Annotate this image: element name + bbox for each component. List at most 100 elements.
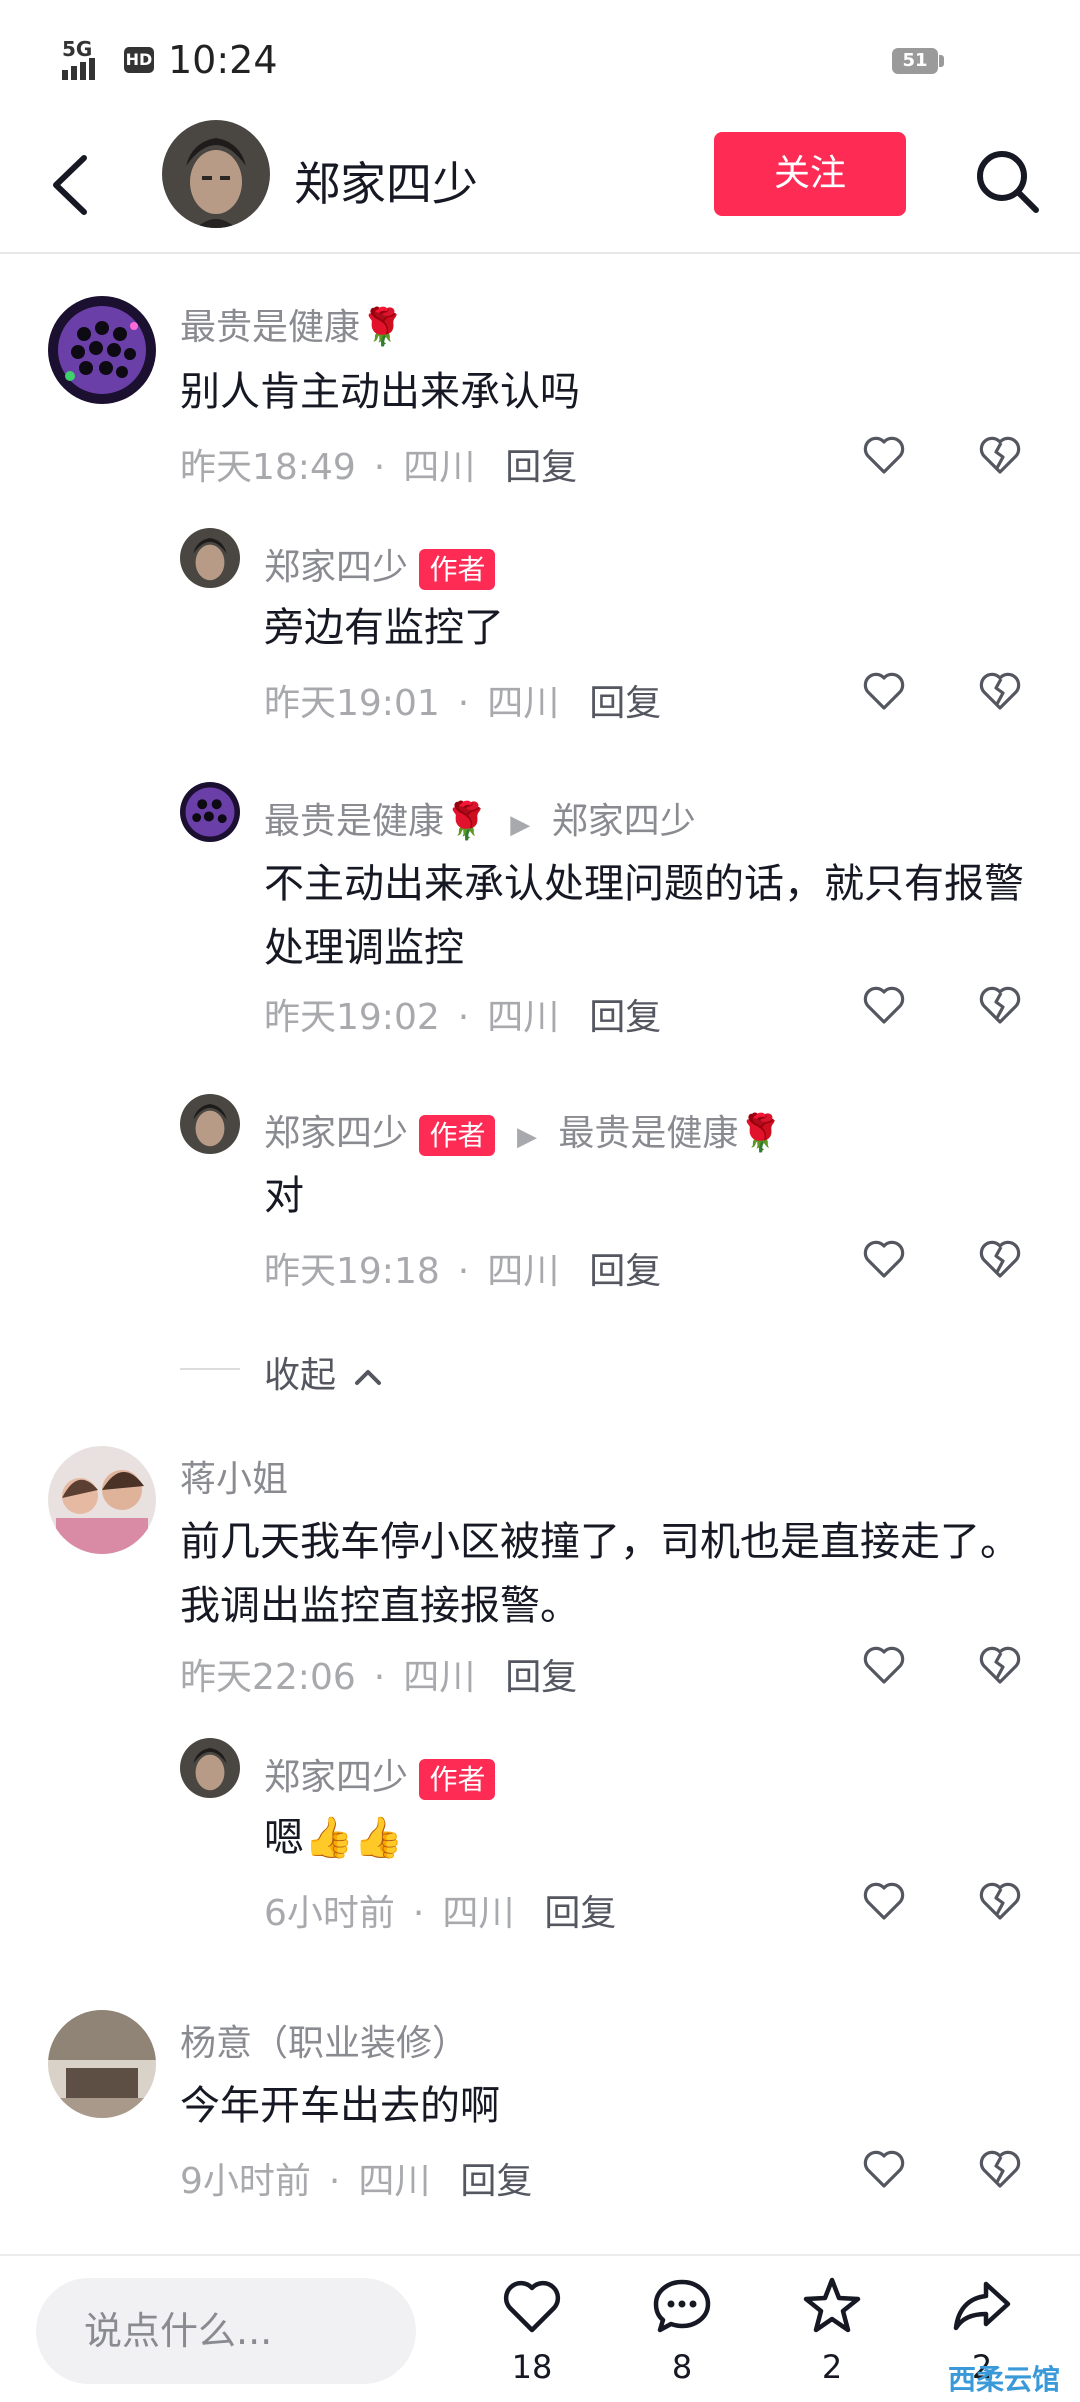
comment-username[interactable]: 蒋小姐 (180, 1450, 288, 1502)
comment-time: 9小时前 (180, 2161, 311, 2202)
comment-text: 旁边有监控了 (264, 605, 504, 651)
reply-button[interactable]: 回复 (589, 683, 661, 724)
comment-time: 6小时前 (264, 1893, 395, 1934)
reply-button[interactable]: 回复 (505, 1657, 577, 1698)
follow-button[interactable]: 关注 (714, 132, 906, 216)
reply-to-username[interactable]: 最贵是健康🌹 (558, 1113, 783, 1154)
bottom-bar: 说点什么... 18 8 2 2 (0, 2254, 1080, 2402)
comment-dislike-icon[interactable] (976, 2146, 1024, 2190)
reply-header: 郑家四少 作者 (264, 538, 496, 590)
watermark: 西柔云馆 (948, 2363, 1061, 2396)
comment-location: 四川 (442, 1893, 515, 1934)
comment-location: 四川 (358, 2161, 431, 2202)
reply-header: 郑家四少 作者 (264, 1748, 496, 1800)
network-indicator: 5G (62, 39, 106, 80)
comment-like-icon[interactable] (860, 1642, 908, 1686)
comment-like-icon[interactable] (860, 1236, 908, 1280)
author-name[interactable]: 郑家四少 (294, 148, 478, 214)
comment-text: 前几天我车停小区被撞了，司机也是直接走了。我调出监控直接报警。 (180, 1519, 1020, 1629)
header: 郑家四少 关注 (0, 120, 1080, 254)
comment-text: 对 (264, 1173, 304, 1219)
comment-input[interactable]: 说点什么... (36, 2278, 416, 2384)
collapse-divider (180, 1368, 240, 1370)
commenter-avatar[interactable] (48, 1446, 156, 1554)
comment-time: 昨天19:02 (264, 997, 440, 1038)
comment-time: 昨天19:18 (264, 1251, 440, 1292)
reply-button[interactable]: 回复 (505, 447, 577, 488)
comment-username[interactable]: 郑家四少 (264, 547, 408, 588)
comment-dislike-icon[interactable] (976, 1878, 1024, 1922)
comment-meta: 昨天19:18 · 四川 回复 (264, 1251, 662, 1292)
commenter-avatar[interactable] (180, 1094, 240, 1154)
comment-location: 四川 (403, 1657, 476, 1698)
status-bar: 5G HD 10:24 51 (0, 0, 1080, 120)
comment-like-icon[interactable] (860, 668, 908, 712)
author-badge: 作者 (419, 1115, 496, 1156)
comment-text: 别人肯主动出来承认吗 (180, 369, 580, 415)
comment-location: 四川 (487, 683, 560, 724)
comment-time: 昨天22:06 (180, 1657, 356, 1698)
comment-meta: 昨天19:01 · 四川 回复 (264, 683, 662, 724)
like-icon[interactable] (500, 2274, 564, 2338)
comment-text: 嗯👍👍 (264, 1815, 404, 1861)
collapse-label: 收起 (264, 1355, 337, 1396)
comment-dislike-icon[interactable] (976, 432, 1024, 476)
chevron-up-icon (355, 1370, 382, 1385)
commenter-avatar[interactable] (48, 2010, 156, 2118)
battery-tip (939, 55, 944, 67)
collapse-replies-button[interactable]: 收起 (264, 1346, 383, 1398)
comment-location: 四川 (487, 1251, 560, 1292)
comment-meta: 昨天18:49 · 四川 回复 (180, 447, 578, 488)
favorite-count: 2 (821, 2348, 843, 2386)
comment-like-icon[interactable] (860, 1878, 908, 1922)
comment-dislike-icon[interactable] (976, 982, 1024, 1026)
author-avatar[interactable] (162, 120, 270, 228)
comment-dislike-icon[interactable] (976, 1642, 1024, 1686)
comment-username[interactable]: 郑家四少 (264, 1113, 408, 1154)
reply-to-username[interactable]: 郑家四少 (552, 801, 696, 842)
commenter-avatar[interactable] (48, 296, 156, 404)
reply-header: 郑家四少 作者 ▶ 最贵是健康🌹 (264, 1104, 783, 1156)
comment-like-icon[interactable] (860, 2146, 908, 2190)
comment-username[interactable]: 杨意（职业装修） (180, 2014, 468, 2066)
comment-count: 8 (671, 2348, 693, 2386)
reply-header: 最贵是健康🌹 ▶ 郑家四少 (264, 792, 696, 844)
comment-username[interactable]: 最贵是健康🌹 (264, 801, 489, 842)
comment-like-icon[interactable] (860, 432, 908, 476)
comment-time: 昨天19:01 (264, 683, 440, 724)
comment-text: 今年开车出去的啊 (180, 2083, 500, 2129)
back-arrow-icon[interactable] (46, 150, 96, 220)
comment-dislike-icon[interactable] (976, 1236, 1024, 1280)
comment-icon[interactable] (650, 2274, 714, 2338)
comment-meta: 9小时前 · 四川 回复 (180, 2161, 533, 2202)
share-icon[interactable] (950, 2274, 1014, 2338)
comment-meta: 昨天22:06 · 四川 回复 (180, 1657, 578, 1698)
reply-button[interactable]: 回复 (460, 2161, 532, 2202)
comment-time: 昨天18:49 (180, 447, 356, 488)
like-count: 18 (511, 2348, 553, 2386)
comment-like-icon[interactable] (860, 982, 908, 1026)
comment-meta: 6小时前 · 四川 回复 (264, 1893, 617, 1934)
reply-to-arrow-icon: ▶ (510, 810, 531, 840)
author-badge: 作者 (419, 549, 496, 590)
comment-dislike-icon[interactable] (976, 668, 1024, 712)
star-icon[interactable] (800, 2274, 864, 2338)
reply-button[interactable]: 回复 (544, 1893, 616, 1934)
comment-text: 不主动出来承认处理问题的话，就只有报警处理调监控 (264, 861, 1024, 971)
reply-button[interactable]: 回复 (589, 1251, 661, 1292)
signal-icon (62, 58, 95, 80)
status-time: 10:24 (168, 38, 278, 82)
commenter-avatar[interactable] (180, 782, 240, 842)
comment-username[interactable]: 最贵是健康🌹 (180, 298, 405, 350)
commenter-avatar[interactable] (180, 1738, 240, 1798)
reply-button[interactable]: 回复 (589, 997, 661, 1038)
comment-location: 四川 (403, 447, 476, 488)
battery-icon: 51 (892, 48, 938, 74)
hd-icon: HD (124, 47, 154, 73)
comment-username[interactable]: 郑家四少 (264, 1757, 408, 1798)
reply-to-arrow-icon: ▶ (516, 1122, 537, 1152)
comment-meta: 昨天19:02 · 四川 回复 (264, 997, 662, 1038)
commenter-avatar[interactable] (180, 528, 240, 588)
author-badge: 作者 (419, 1759, 496, 1800)
search-icon[interactable] (972, 146, 1042, 216)
